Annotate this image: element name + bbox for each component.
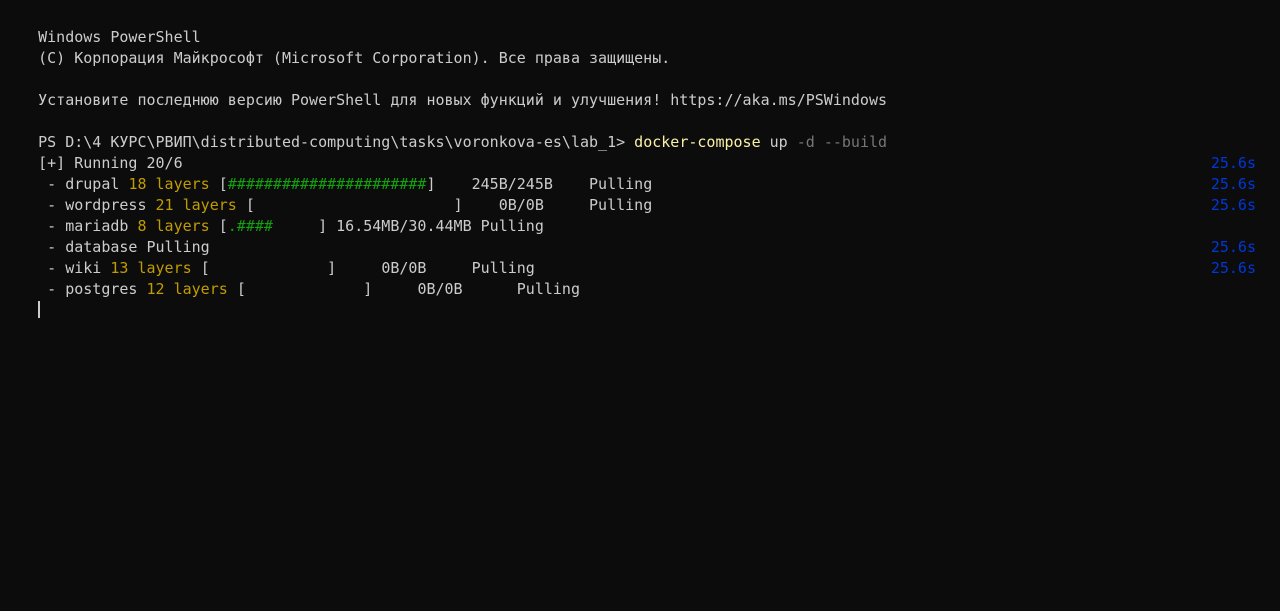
header-line-upgrade-notice: Установите последнюю версию PowerShell д… bbox=[0, 69, 1280, 109]
text-cursor bbox=[38, 301, 41, 318]
service-time-wiki: 25.6s bbox=[1210, 238, 1256, 256]
service-row-wiki: - wiki 13 layers [ ] 0B/0B Pulling 25.6s bbox=[0, 237, 1280, 277]
service-row-drupal: - drupal 18 layers [####################… bbox=[0, 153, 1280, 193]
service-row-wordpress: - wordpress 21 layers [ ] 0B/0B Pulling … bbox=[0, 174, 1280, 214]
prompt-line[interactable]: PS D:\4 КУРС\РВИП\distributed-computing\… bbox=[0, 111, 1280, 151]
service-row-mariadb: - mariadb 8 layers [.#### ] 16.54MB/30.4… bbox=[0, 195, 1280, 235]
running-status-line: [+] Running 20/6 bbox=[0, 132, 1280, 172]
header-line-title: Windows PowerShell bbox=[0, 6, 1280, 46]
service-time-wordpress: 25.6s bbox=[1210, 175, 1256, 193]
service-time-mariadb: 25.6s bbox=[1210, 196, 1256, 214]
powershell-terminal[interactable]: Windows PowerShell (C) Корпорация Майкро… bbox=[0, 0, 1280, 611]
service-row-postgres: - postgres 12 layers [ ] 0B/0B Pulling 2… bbox=[0, 258, 1280, 298]
service-time-drupal: 25.6s bbox=[1210, 154, 1256, 172]
cursor-line[interactable] bbox=[0, 279, 1280, 318]
service-time-postgres: 25.6s bbox=[1210, 259, 1256, 277]
header-line-copyright: (C) Корпорация Майкрософт (Microsoft Cor… bbox=[0, 27, 1280, 67]
service-row-database: - database Pulling bbox=[0, 216, 1280, 256]
